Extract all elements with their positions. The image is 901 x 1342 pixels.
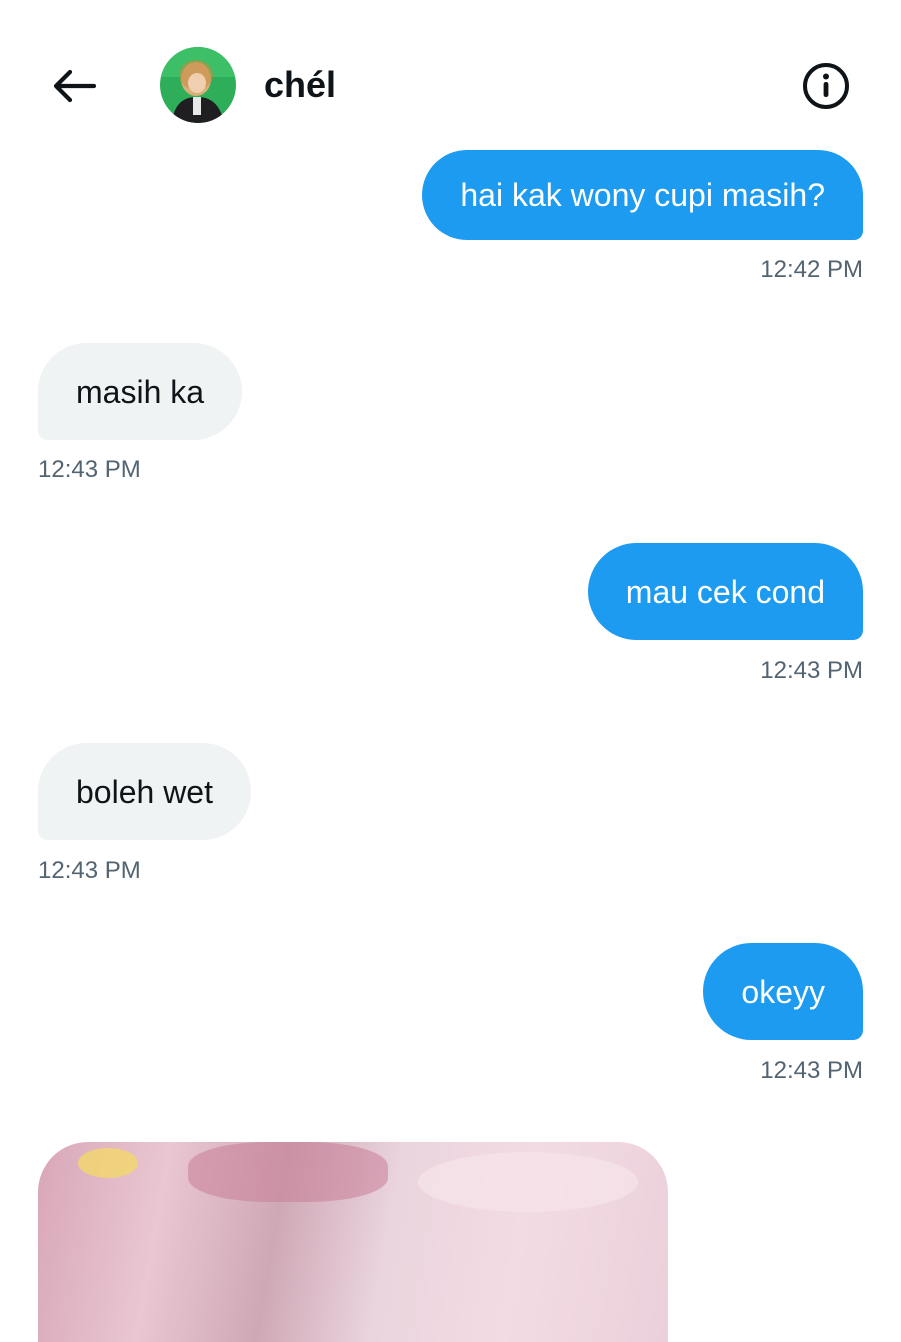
message-text: masih ka xyxy=(76,373,205,410)
arrow-left-icon xyxy=(53,69,96,103)
message-text: hai kak wony cupi masih? xyxy=(460,177,825,213)
message-photo-incoming[interactable] xyxy=(38,1142,668,1342)
message-bubble-outgoing[interactable]: okeyy xyxy=(703,943,863,1040)
photo-detail xyxy=(78,1148,138,1178)
message-bubble-incoming[interactable]: masih ka xyxy=(38,343,243,440)
message-bubble-outgoing[interactable]: hai kak wony cupi masih? xyxy=(422,150,863,240)
contact-avatar[interactable] xyxy=(160,47,236,123)
message-timestamp: 12:42 PM xyxy=(760,256,863,283)
message-timestamp: 12:43 PM xyxy=(760,1057,863,1084)
message-text: okeyy xyxy=(741,973,825,1010)
message-timestamp: 12:43 PM xyxy=(760,657,863,684)
message-text: mau cek cond xyxy=(625,573,825,610)
message-text: boleh wet xyxy=(76,773,213,810)
conversation-header: chél xyxy=(0,0,901,150)
contact-name[interactable]: chél xyxy=(264,62,336,108)
back-button[interactable] xyxy=(46,58,102,114)
message-timestamp: 12:43 PM xyxy=(38,857,141,884)
info-circle-icon xyxy=(803,63,849,109)
message-bubble-incoming[interactable]: boleh wet xyxy=(38,743,251,840)
message-timestamp: 12:43 PM xyxy=(38,456,141,483)
avatar-image xyxy=(160,47,236,123)
conversation-info-button[interactable] xyxy=(798,58,854,114)
photo-detail xyxy=(188,1142,388,1202)
message-bubble-outgoing[interactable]: mau cek cond xyxy=(587,543,863,640)
photo-detail xyxy=(418,1152,638,1212)
